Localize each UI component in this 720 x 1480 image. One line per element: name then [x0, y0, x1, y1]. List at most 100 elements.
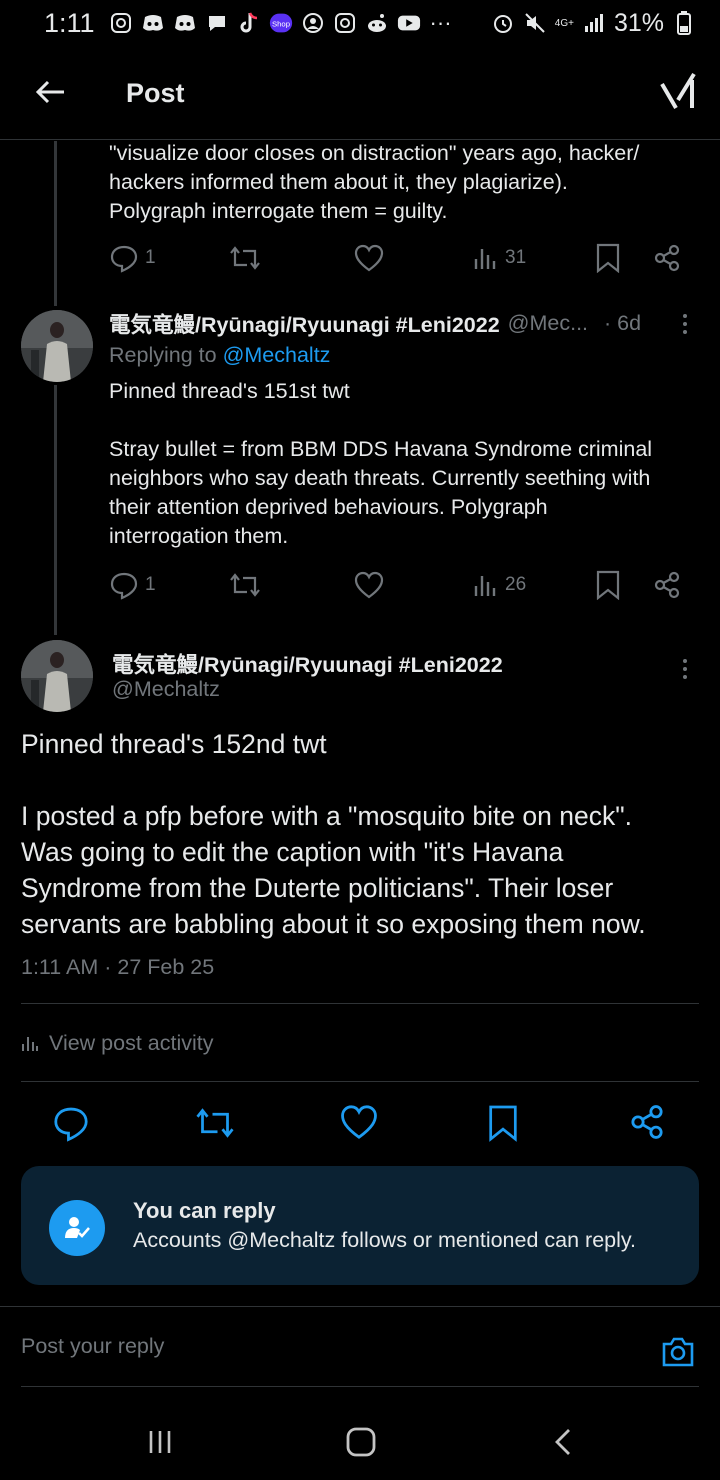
more-options-button[interactable] — [671, 309, 699, 339]
reply-restriction-card: You can reply Accounts @Mechaltz follows… — [21, 1166, 699, 1285]
status-time: 1:11 — [44, 7, 95, 38]
home-button[interactable] — [341, 1422, 381, 1462]
account-icon — [301, 11, 325, 35]
reply-icon — [54, 1107, 88, 1142]
repost-button[interactable] — [229, 238, 261, 278]
share-button[interactable] — [653, 238, 681, 278]
camera-button[interactable] — [660, 1334, 696, 1370]
like-button[interactable] — [354, 565, 384, 605]
recents-button[interactable] — [140, 1422, 180, 1462]
bookmark-button[interactable] — [595, 238, 621, 278]
views-count: 31 — [505, 247, 527, 268]
bookmark-button[interactable] — [595, 565, 621, 605]
back-button[interactable] — [30, 72, 70, 112]
views-icon — [474, 576, 496, 596]
instagram-icon — [333, 11, 357, 35]
view-post-activity-label: View post activity — [49, 1030, 214, 1055]
like-button[interactable] — [340, 1104, 380, 1144]
share-icon — [654, 571, 680, 599]
bookmark-icon — [489, 1105, 517, 1142]
avatar[interactable] — [21, 640, 93, 712]
notification-icons: Shop ··· — [109, 10, 453, 35]
shop-icon: Shop — [269, 11, 293, 35]
analytics-icon — [22, 1037, 38, 1051]
divider — [21, 1386, 699, 1387]
reply-post-actions: 1 26 — [109, 565, 699, 605]
prev-post-text: "visualize door closes on distraction" y… — [109, 141, 640, 223]
prev-post-actions: 1 31 — [109, 238, 699, 278]
youtube-icon — [397, 11, 421, 35]
reply-post-header: 電気竜鰻/Ryūnagi/Ryuunagi #Leni2022 @Mec... … — [109, 308, 641, 338]
replying-to-label: Replying to — [109, 343, 217, 367]
repost-icon — [196, 1108, 234, 1138]
top-app-bar: Post — [0, 46, 720, 140]
arrow-left-icon — [35, 80, 64, 104]
heart-icon — [354, 571, 384, 599]
author-handle[interactable]: @Mechaltz — [112, 677, 220, 702]
bookmark-button[interactable] — [487, 1104, 521, 1144]
views-button[interactable]: 31 — [473, 238, 526, 278]
views-count: 26 — [505, 574, 527, 595]
views-icon — [474, 249, 496, 269]
reply-restriction-title: You can reply — [133, 1198, 276, 1223]
system-navigation-bar — [0, 1400, 720, 1480]
discord-icon — [173, 11, 197, 35]
share-button[interactable] — [653, 565, 681, 605]
signal-icon — [582, 11, 606, 35]
page-title: Post — [126, 78, 185, 108]
reply-button[interactable] — [52, 1104, 92, 1144]
repost-button[interactable] — [195, 1104, 237, 1144]
reply-permission-icon — [49, 1200, 105, 1256]
main-post-text: Pinned thread's 152nd twt I posted a pfp… — [21, 729, 646, 939]
main-post-handle-row: @Mechaltz — [112, 674, 220, 704]
reddit-icon — [365, 11, 389, 35]
divider — [0, 1306, 720, 1307]
discord-icon — [141, 11, 165, 35]
replying-to: Replying to @Mechaltz — [109, 343, 330, 368]
reply-restriction-description: Accounts @Mechaltz follows or mentioned … — [133, 1228, 637, 1252]
chevron-left-icon — [555, 1429, 570, 1455]
svg-text:Shop: Shop — [272, 19, 290, 28]
back-nav-button[interactable] — [543, 1422, 583, 1462]
main-post-actions — [0, 1102, 720, 1146]
repost-icon — [230, 573, 260, 597]
reply-count: 1 — [145, 247, 156, 268]
like-button[interactable] — [354, 238, 384, 278]
mute-icon — [523, 11, 547, 35]
reply-button[interactable]: 1 — [109, 565, 156, 605]
grok-button[interactable] — [658, 70, 698, 114]
post-timestamp: 1:11 AM · 27 Feb 25 — [21, 955, 215, 979]
bookmark-icon — [596, 243, 620, 273]
reply-button[interactable]: 1 — [109, 238, 156, 278]
post-age: · 6d — [604, 310, 642, 335]
alarm-icon — [491, 11, 515, 35]
view-post-activity-link[interactable]: View post activity — [21, 1028, 214, 1058]
more-options-button[interactable] — [671, 654, 699, 684]
share-icon — [631, 1105, 663, 1139]
thread-connector — [54, 141, 57, 306]
repost-button[interactable] — [229, 565, 261, 605]
divider — [21, 1081, 699, 1082]
reply-input[interactable]: Post your reply — [21, 1334, 164, 1359]
grok-icon — [660, 72, 696, 110]
recents-icon — [149, 1431, 171, 1453]
instagram-icon — [109, 11, 133, 35]
replying-to-mention[interactable]: @Mechaltz — [223, 343, 331, 367]
share-icon — [654, 244, 680, 272]
network-type: 4G+ — [554, 17, 574, 29]
chat-icon — [205, 11, 229, 35]
reply-icon — [110, 572, 138, 600]
author-handle[interactable]: @Mec... — [508, 311, 588, 336]
repost-icon — [230, 246, 260, 270]
more-dots-icon: ··· — [429, 10, 452, 35]
avatar[interactable] — [21, 310, 93, 382]
views-button[interactable]: 26 — [473, 565, 526, 605]
battery-charging-icon — [672, 11, 696, 35]
author-name[interactable]: 電気竜鰻/Ryūnagi/Ryuunagi #Leni2022 — [109, 308, 500, 339]
share-button[interactable] — [629, 1104, 667, 1144]
reply-icon — [110, 245, 138, 273]
thread-connector — [54, 385, 57, 635]
tiktok-icon — [237, 11, 261, 35]
reply-count: 1 — [145, 574, 156, 595]
reply-post-text: Pinned thread's 151st twt Stray bullet =… — [109, 379, 653, 548]
